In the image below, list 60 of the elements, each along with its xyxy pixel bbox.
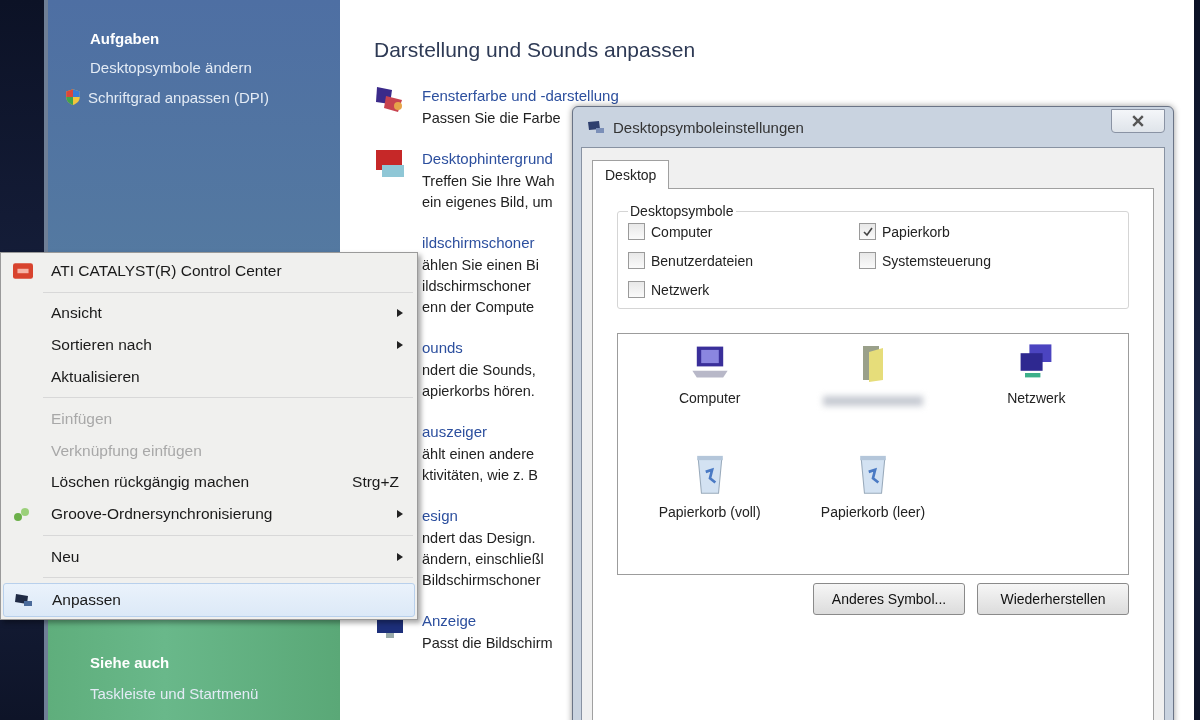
icon-label: Computer (678, 390, 741, 406)
menu-item[interactable]: Löschen rückgängig machen Strg+Z (3, 466, 415, 499)
menu-item[interactable]: Anpassen (3, 583, 415, 618)
sidebar-heading: Siehe auch (90, 654, 171, 671)
icon-label: Papierkorb (voll) (658, 504, 761, 520)
description-text: ändern, einschließl (422, 550, 544, 569)
category-link[interactable]: ildschirmschoner (422, 231, 535, 255)
sync-icon (13, 506, 31, 523)
checkbox-label: Systemsteuerung (882, 252, 991, 269)
category-link[interactable]: ounds (422, 336, 463, 360)
dialog-button[interactable]: Wiederherstellen (977, 583, 1129, 615)
checkbox[interactable] (859, 223, 876, 240)
category-link[interactable]: Fensterfarbe und -darstellung (422, 84, 619, 108)
description-text: apierkorbs hören. (422, 382, 535, 401)
description-text: Bildschirmschoner (422, 571, 541, 590)
wallpaper-icon (374, 147, 406, 179)
close-icon (1132, 115, 1144, 127)
shortcut-text: Strg+Z (352, 473, 399, 492)
checkbox-label: Benutzerdateien (651, 252, 753, 269)
description-text: Passt die Bildschirm (422, 634, 553, 653)
description-text: enn der Compute (422, 298, 535, 317)
checkbox[interactable] (628, 281, 645, 298)
description-text: ktivitäten, wie z. B (422, 466, 539, 485)
section-heading: Darstellung und Sounds anpassen (374, 38, 697, 62)
shield-icon (64, 88, 82, 106)
description-text: Passen Sie die Farbe (422, 109, 561, 128)
description-text: ein eigenes Bild, um (422, 193, 553, 212)
description-text: ndert die Sounds, (422, 361, 536, 380)
desktop-icon (587, 120, 605, 134)
checkbox-label: Computer (651, 223, 713, 240)
dialog-button[interactable]: Anderes Symbol... (813, 583, 965, 615)
menu-item[interactable]: Neu (3, 540, 415, 573)
description-text: Treffen Sie Ihre Wah (422, 172, 555, 191)
checkbox[interactable] (859, 252, 876, 269)
description-text: ählen Sie einen Bi (422, 256, 539, 275)
menu-item[interactable]: Groove-Ordnersynchronisierung (3, 498, 415, 530)
sidebar-link[interactable]: Schriftgrad anpassen (DPI) (88, 88, 269, 106)
sidebar-heading: Aufgaben (90, 30, 161, 47)
category-link[interactable]: Anzeige (422, 609, 477, 633)
checkbox[interactable] (628, 252, 645, 269)
description-text: ndert das Design. (422, 529, 536, 548)
close-button[interactable] (1111, 109, 1165, 133)
menu-item[interactable]: Aktualisieren (3, 360, 415, 393)
menu-item[interactable]: Sortieren nach (3, 329, 415, 361)
description-text: ählt einen andere (422, 445, 535, 464)
category-link[interactable]: auszeiger (422, 420, 488, 444)
menu-item[interactable]: ATI CATALYST(R) Control Center (3, 255, 415, 287)
category-link[interactable]: Desktophintergrund (422, 147, 553, 171)
icon-label: Papierkorb (leer) (820, 504, 926, 520)
group-title: Desktopsymbole (629, 203, 735, 219)
checkbox[interactable] (628, 223, 645, 240)
checkbox-label: Netzwerk (651, 281, 710, 298)
icon-label: Netzwerk (1007, 390, 1066, 406)
sidebar-link[interactable]: Desktopsymbole ändern (90, 59, 252, 76)
tab[interactable]: Desktop (592, 160, 670, 189)
window-title: Desktopsymboleinstellungen (613, 118, 805, 136)
category-link[interactable]: esign (422, 504, 458, 528)
checkbox-label: Papierkorb (882, 223, 950, 240)
menu-item[interactable]: Ansicht (3, 297, 415, 330)
description-text: ildschirmschoner (422, 277, 531, 296)
